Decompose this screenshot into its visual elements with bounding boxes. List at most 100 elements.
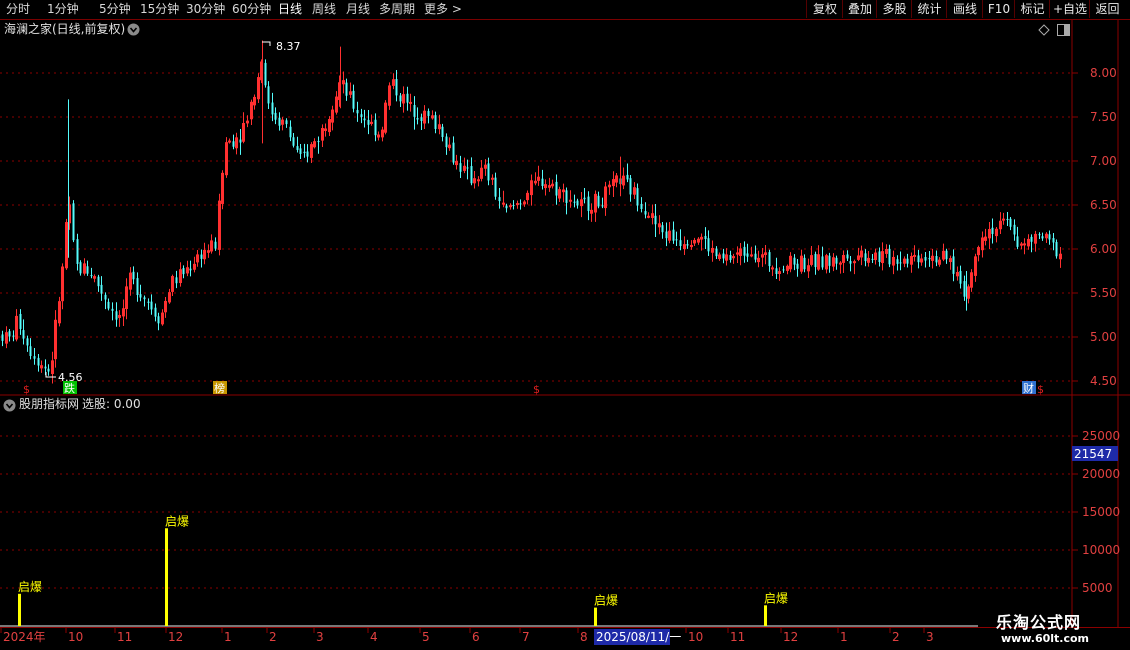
- candle-body: [707, 238, 710, 252]
- statistics-button[interactable]: 统计: [911, 0, 947, 18]
- candle-body: [1009, 218, 1012, 227]
- candle-body: [189, 268, 192, 271]
- draw-line-button[interactable]: 画线: [946, 0, 983, 18]
- candle-body: [583, 197, 586, 200]
- candle-body: [44, 366, 47, 369]
- period-tab-weekly[interactable]: 周线: [312, 2, 336, 16]
- candle-body: [147, 301, 150, 303]
- candle-body: [959, 270, 962, 284]
- f10-button[interactable]: F10: [982, 0, 1015, 18]
- price-tick-label: 5.50: [1090, 286, 1117, 300]
- back-button[interactable]: 返回: [1089, 0, 1125, 18]
- candle-body: [573, 201, 576, 203]
- candle-body: [1016, 236, 1019, 247]
- candle-body: [239, 139, 242, 143]
- candle-body: [839, 262, 842, 265]
- candle-body: [1013, 224, 1016, 235]
- candle-body: [814, 253, 817, 268]
- period-tab-multi[interactable]: 多周期: [379, 2, 415, 16]
- candle-body: [821, 256, 824, 268]
- candle-body: [888, 248, 891, 265]
- add-watchlist-button[interactable]: +自选: [1049, 0, 1090, 18]
- candle-body: [420, 117, 423, 121]
- time-tick-label: 2: [269, 630, 277, 644]
- indicator-tick-label: 25000: [1082, 429, 1120, 443]
- period-tab-5min[interactable]: 5分钟: [99, 2, 131, 16]
- candle-body: [917, 255, 920, 263]
- candle-body: [754, 253, 757, 260]
- mark-button[interactable]: 标记: [1014, 0, 1050, 18]
- period-tab-monthly[interactable]: 月线: [346, 2, 370, 16]
- candle-body: [459, 163, 462, 172]
- candle-body: [434, 115, 437, 129]
- candle-body: [228, 140, 231, 143]
- candle-body: [601, 205, 604, 207]
- candle-body: [416, 118, 419, 120]
- indicator-tick-label: 15000: [1082, 505, 1120, 519]
- time-tick-label: 10: [68, 630, 83, 644]
- candle-body: [97, 276, 100, 287]
- candle-body: [289, 126, 292, 138]
- candle-body: [150, 301, 153, 310]
- event-marker[interactable]: $: [533, 383, 540, 396]
- candle-body: [647, 215, 650, 218]
- candle-body: [896, 259, 899, 264]
- signal-label: 启爆: [18, 580, 42, 594]
- period-tab-daily[interactable]: 日线: [278, 2, 302, 16]
- candle-body: [200, 254, 203, 259]
- price-tick-label: 7.00: [1090, 154, 1117, 168]
- candle-body: [722, 253, 725, 259]
- candle-body: [654, 215, 657, 225]
- candle-body: [491, 177, 494, 180]
- candle-body: [704, 235, 707, 240]
- restore-rights-button[interactable]: 复权: [806, 0, 843, 18]
- period-tab-30min[interactable]: 30分钟: [186, 2, 225, 16]
- event-marker[interactable]: $: [23, 383, 30, 396]
- candle-body: [963, 281, 966, 297]
- indicator-tick-label: 20000: [1082, 467, 1120, 481]
- chevron-right-icon: >: [451, 2, 462, 16]
- event-marker[interactable]: 财: [1023, 381, 1034, 395]
- candle-body: [505, 205, 508, 209]
- event-marker[interactable]: 榜: [214, 381, 225, 395]
- candle-body: [679, 240, 682, 246]
- candle-body: [945, 250, 948, 260]
- multi-stock-button[interactable]: 多股: [876, 0, 912, 18]
- candle-body: [292, 137, 295, 146]
- time-tick-label: 10: [688, 630, 703, 644]
- candle-body: [1055, 242, 1058, 257]
- candle-body: [576, 200, 579, 206]
- candle-body: [665, 231, 668, 239]
- candle-body: [271, 102, 274, 115]
- candle-body: [8, 331, 11, 337]
- candle-body: [864, 253, 867, 262]
- candle-body: [519, 203, 522, 205]
- time-tick-label: 4: [370, 630, 378, 644]
- high-annotation: 8.37: [262, 40, 301, 53]
- current-value-label: 21547: [1074, 447, 1112, 461]
- candle-body: [12, 335, 15, 337]
- period-tab-1min[interactable]: 1分钟: [47, 2, 79, 16]
- period-tab-more[interactable]: 更多 >: [424, 2, 462, 16]
- candle-body: [47, 368, 50, 372]
- period-tab-15min[interactable]: 15分钟: [140, 2, 179, 16]
- overlay-button[interactable]: 叠加: [842, 0, 877, 18]
- candle-body: [569, 199, 572, 202]
- candle-body: [413, 105, 416, 117]
- candle-body: [86, 266, 89, 274]
- period-tab-minute[interactable]: 分时: [6, 2, 30, 16]
- signal-label: 启爆: [594, 594, 618, 608]
- price-tick-label: 4.50: [1090, 374, 1117, 388]
- candle-body: [661, 225, 664, 233]
- candle-body: [107, 301, 110, 309]
- candle-body: [1038, 234, 1041, 236]
- candle-body: [104, 294, 107, 300]
- event-marker[interactable]: $: [1037, 383, 1044, 396]
- time-cursor-label: 2025/08/11/一: [596, 630, 681, 644]
- candle-body: [1006, 218, 1009, 220]
- candle-body: [79, 262, 82, 274]
- period-tab-60min[interactable]: 60分钟: [232, 2, 271, 16]
- candle-body: [640, 203, 643, 209]
- candle-body: [139, 294, 142, 298]
- candle-body: [427, 111, 430, 116]
